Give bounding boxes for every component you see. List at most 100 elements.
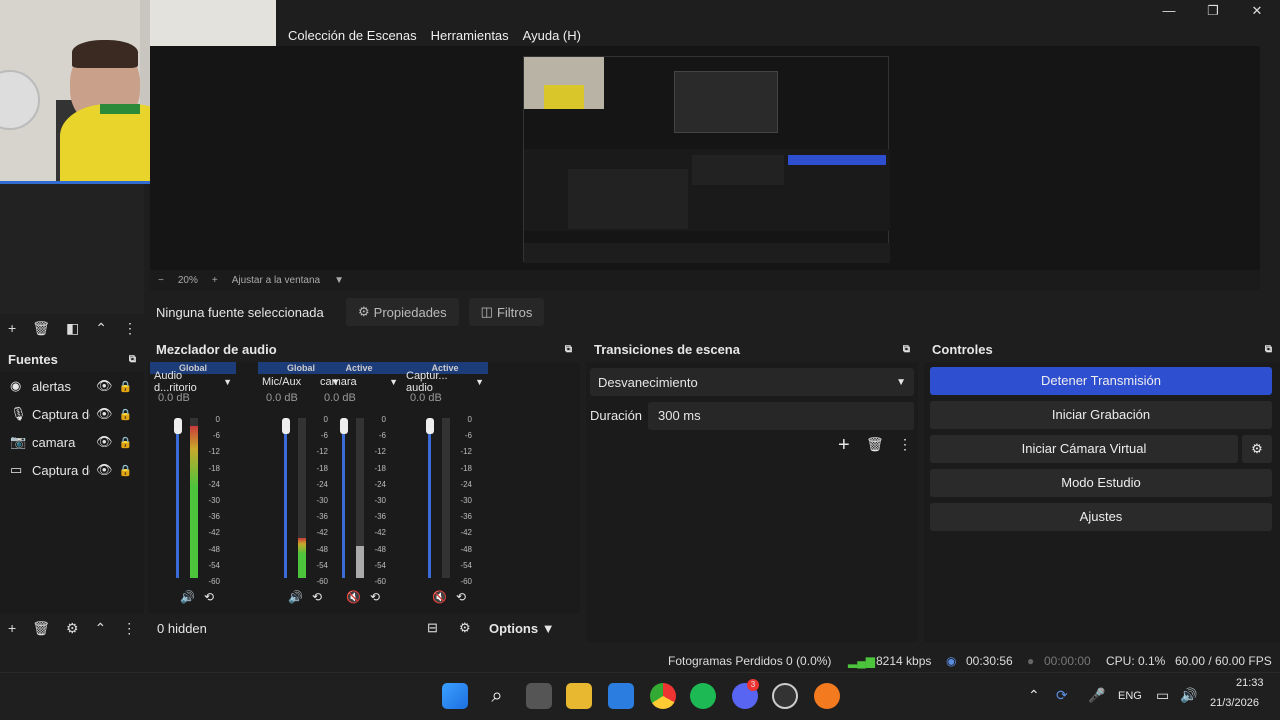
language-indicator[interactable]: ENG: [1118, 690, 1142, 702]
file-explorer-icon[interactable]: [566, 683, 592, 709]
channel-name-select[interactable]: camara ▼: [316, 374, 402, 390]
mic-tray-icon[interactable]: 🎤: [1088, 687, 1105, 704]
menu-help[interactable]: Ayuda (H): [523, 28, 581, 43]
source-toolbar: Ninguna fuente seleccionada ⚙ Propiedades…: [144, 294, 1280, 330]
lock-icon[interactable]: 🔒: [119, 436, 133, 449]
properties-button[interactable]: ⚙ Propiedades: [346, 298, 459, 326]
app-icon[interactable]: [814, 683, 840, 709]
meter-tick: -24: [208, 479, 220, 489]
source-item[interactable]: ▭ Captura de pantalla 👁 🔒: [0, 456, 144, 484]
preview-canvas[interactable]: [523, 56, 890, 263]
mute-icon[interactable]: 🔊: [288, 590, 303, 604]
chrome-icon[interactable]: [650, 683, 676, 709]
volume-slider-track[interactable]: [342, 418, 345, 578]
store-icon[interactable]: [608, 683, 634, 709]
remove-scene-button[interactable]: 🗑: [32, 320, 50, 337]
source-item[interactable]: 🎙 Captura de audio 👁 🔒: [0, 400, 144, 428]
network-icon[interactable]: ▭: [1156, 687, 1169, 704]
sync-icon[interactable]: ⟳: [1056, 687, 1068, 704]
task-view-icon[interactable]: [526, 683, 552, 709]
mixer-settings-icon[interactable]: ⚙: [459, 620, 489, 636]
undock-icon[interactable]: ⧉: [129, 354, 136, 365]
meter-tick: -6: [464, 431, 472, 441]
volume-slider-handle[interactable]: [282, 418, 290, 434]
clock-date[interactable]: 21/3/2026: [1210, 697, 1259, 709]
options-label: Options: [489, 620, 539, 636]
stop-stream-button[interactable]: Detener Transmisión: [930, 367, 1272, 395]
move-up-button[interactable]: ⌃: [95, 620, 107, 637]
source-settings-button[interactable]: ⚙: [66, 620, 79, 637]
scene-filter-button[interactable]: ◧: [66, 320, 79, 337]
more-menu-icon[interactable]: ⋮: [898, 436, 912, 453]
chevron-down-icon[interactable]: ▼: [334, 275, 344, 286]
remove-source-button[interactable]: 🗑: [32, 620, 50, 637]
start-virtual-camera-button[interactable]: Iniciar Cámara Virtual: [930, 435, 1238, 463]
eye-icon[interactable]: 👁: [96, 462, 113, 478]
meter-tick: -36: [460, 512, 472, 522]
source-item[interactable]: 📷 camara 👁 🔒: [0, 428, 144, 456]
volume-slider-track[interactable]: [428, 418, 431, 578]
volume-slider-handle[interactable]: [340, 418, 348, 434]
windows-start-icon[interactable]: [442, 683, 468, 709]
meter-tick: -6: [378, 431, 386, 441]
eye-icon[interactable]: 👁: [96, 378, 113, 394]
channel-name-select[interactable]: Captur... audio ▼: [402, 370, 488, 394]
volume-slider-track[interactable]: [176, 418, 179, 578]
filters-button[interactable]: ◫ Filtros: [468, 298, 545, 326]
spotify-icon[interactable]: [690, 683, 716, 709]
mute-icon[interactable]: 🔇: [346, 590, 361, 604]
start-recording-button[interactable]: Iniciar Grabación: [930, 401, 1272, 429]
maximize-button[interactable]: ❐: [1198, 2, 1228, 20]
volume-slider-handle[interactable]: [426, 418, 434, 434]
lock-icon[interactable]: 🔒: [119, 380, 133, 393]
duration-input[interactable]: 300 ms: [648, 402, 914, 430]
add-scene-button[interactable]: +: [8, 320, 16, 336]
meter-tick: -24: [374, 479, 386, 489]
lock-icon[interactable]: 🔒: [119, 408, 133, 421]
add-source-button[interactable]: +: [8, 620, 16, 636]
volume-slider-handle[interactable]: [174, 418, 182, 434]
monitor-icon[interactable]: ⟲: [370, 590, 380, 604]
menu-scene-collection[interactable]: Colección de Escenas: [288, 28, 417, 43]
channel-name-select[interactable]: Audio d...ritorio ▼: [150, 370, 236, 394]
monitor-icon[interactable]: ⟲: [456, 590, 466, 604]
volume-slider-track[interactable]: [284, 418, 287, 578]
mute-icon[interactable]: 🔊: [180, 590, 195, 604]
mute-icon[interactable]: 🔇: [432, 590, 447, 604]
transition-select[interactable]: Desvanecimiento ▼: [590, 368, 914, 396]
clock-time[interactable]: 21:33: [1236, 677, 1264, 689]
move-up-button[interactable]: ⌃: [95, 320, 107, 337]
undock-icon[interactable]: ⧉: [903, 344, 910, 355]
source-item[interactable]: ◉ alertas 👁 🔒: [0, 372, 144, 400]
studio-mode-button[interactable]: Modo Estudio: [930, 469, 1272, 497]
remove-transition-button[interactable]: 🗑: [866, 436, 884, 453]
fit-window-button[interactable]: Ajustar a la ventana: [232, 275, 320, 286]
undock-icon[interactable]: ⧉: [1265, 344, 1272, 355]
undock-icon[interactable]: ⧉: [565, 344, 572, 355]
lock-icon[interactable]: 🔒: [119, 464, 133, 477]
zoom-out-button[interactable]: −: [158, 275, 164, 286]
volume-icon[interactable]: 🔊: [1180, 687, 1197, 704]
more-menu-icon[interactable]: ⋮: [123, 320, 137, 337]
chevron-down-icon: ▼: [223, 377, 232, 387]
meter-tick: -6: [212, 431, 220, 441]
add-transition-button[interactable]: +: [838, 434, 850, 457]
menu-tools[interactable]: Herramientas: [431, 28, 509, 43]
layout-icon[interactable]: ⊟: [427, 620, 459, 636]
obs-icon[interactable]: [772, 683, 798, 709]
duration-label: Duración: [590, 408, 643, 423]
tray-chevron-icon[interactable]: ⌃: [1028, 687, 1040, 704]
close-button[interactable]: ✕: [1242, 2, 1272, 20]
settings-button[interactable]: Ajustes: [930, 503, 1272, 531]
minimize-button[interactable]: —: [1154, 2, 1184, 20]
channel-name: Captur... audio: [406, 370, 448, 394]
more-menu-icon[interactable]: ⋮: [122, 620, 136, 637]
eye-icon[interactable]: 👁: [96, 434, 113, 450]
zoom-in-button[interactable]: +: [212, 275, 218, 286]
monitor-icon[interactable]: ⟲: [204, 590, 214, 604]
options-button[interactable]: Options ▼: [489, 621, 555, 636]
search-icon[interactable]: ⌕: [484, 683, 510, 709]
gear-icon[interactable]: ⚙: [1242, 435, 1272, 463]
scenes-area: [0, 184, 144, 314]
eye-icon[interactable]: 👁: [96, 406, 113, 422]
